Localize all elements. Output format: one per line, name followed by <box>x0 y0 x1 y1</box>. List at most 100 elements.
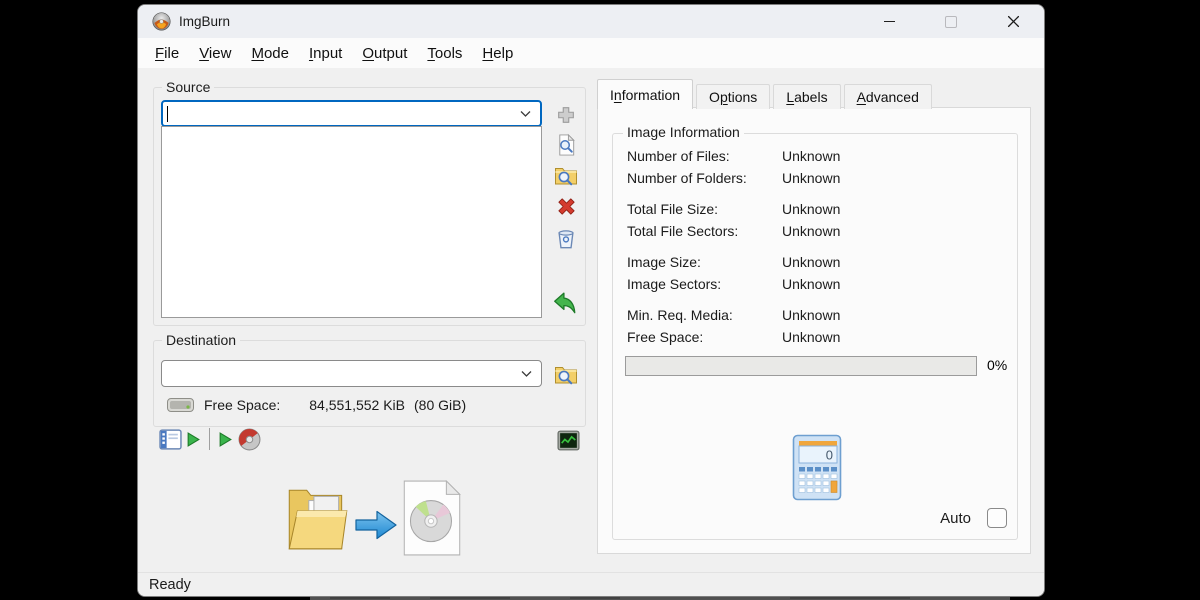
text-caret <box>167 106 168 122</box>
close-icon <box>1007 15 1020 28</box>
info-row-group: Image Size:UnknownImage Sectors:Unknown <box>627 251 1007 295</box>
info-row-group: Number of Files:UnknownNumber of Folders… <box>627 145 1007 189</box>
info-value: Unknown <box>782 329 840 345</box>
calculator-icon: 0 <box>792 434 844 502</box>
info-row: Free Space:Unknown <box>627 326 1007 348</box>
arrow-right-icon <box>354 508 398 542</box>
build-mode-graphic <box>284 478 464 558</box>
image-information-rows: Number of Files:UnknownNumber of Folders… <box>627 145 1007 357</box>
info-value: Unknown <box>782 307 840 323</box>
auto-label: Auto <box>940 510 971 527</box>
source-group-label: Source <box>162 78 214 96</box>
close-button[interactable] <box>982 5 1044 38</box>
maximize-button[interactable] <box>920 5 982 38</box>
program-window-icon <box>159 429 182 450</box>
menu-item-output[interactable]: Output <box>352 41 417 66</box>
browse-folder-icon <box>554 164 578 187</box>
info-row: Total File Size:Unknown <box>627 198 1007 220</box>
calculate-button[interactable]: 0 <box>792 434 844 502</box>
recycle-bin-icon <box>555 227 577 250</box>
menu-item-help[interactable]: Help <box>472 41 523 66</box>
log-window-button[interactable] <box>555 427 581 453</box>
settings-window-button[interactable] <box>159 429 182 450</box>
info-label: Image Sectors: <box>627 276 782 292</box>
imgburn-app-icon <box>152 12 171 31</box>
browse-file-icon <box>555 133 578 157</box>
info-row: Image Sectors:Unknown <box>627 273 1007 295</box>
chevron-down-icon[interactable] <box>521 370 532 377</box>
hard-drive-icon <box>167 398 194 412</box>
log-terminal-icon <box>557 430 580 451</box>
image-information-group: Image Information Number of Files:Unknow… <box>612 133 1018 540</box>
info-row: Min. Req. Media:Unknown <box>627 304 1007 326</box>
destination-browse-button[interactable] <box>553 361 579 387</box>
auto-row: Auto <box>940 508 1007 528</box>
menu-item-view[interactable]: View <box>189 41 241 66</box>
decrypter-disc-button[interactable] <box>238 428 261 451</box>
build-button[interactable] <box>552 291 578 317</box>
folder-icon <box>284 480 350 556</box>
auto-checkbox[interactable] <box>987 508 1007 528</box>
mini-toolbar <box>159 427 261 451</box>
image-information-label: Image Information <box>623 124 744 140</box>
run-decrypter-button[interactable] <box>219 432 232 447</box>
free-space-row: Free Space: 84,551,552 KiB (80 GiB) <box>167 396 466 414</box>
info-row: Total File Sectors:Unknown <box>627 220 1007 242</box>
source-combobox[interactable] <box>161 100 542 127</box>
tabstrip: InformationOptionsLabelsAdvanced <box>597 79 935 109</box>
svg-text:0: 0 <box>826 448 833 463</box>
tab-information[interactable]: Information <box>597 79 693 109</box>
play-icon <box>187 432 200 447</box>
statusbar: Ready <box>138 572 1044 596</box>
free-space-kib: 84,551,552 KiB <box>309 397 405 413</box>
tab-options[interactable]: Options <box>696 84 770 109</box>
info-row-group: Total File Size:UnknownTotal File Sector… <box>627 198 1007 242</box>
tab-labels[interactable]: Labels <box>773 84 840 109</box>
info-value: Unknown <box>782 223 840 239</box>
free-space-gib: (80 GiB) <box>414 397 466 413</box>
info-value: Unknown <box>782 254 840 270</box>
window-title: ImgBurn <box>179 14 230 29</box>
tab-advanced[interactable]: Advanced <box>844 84 932 109</box>
imgburn-window: ImgBurn FileViewModeInputOutputToolsHelp… <box>137 4 1045 597</box>
browse-file-button[interactable] <box>553 132 579 158</box>
menu-item-mode[interactable]: Mode <box>241 41 299 66</box>
maximize-icon <box>945 16 957 28</box>
image-file-disc-icon <box>402 479 462 557</box>
run-settings-button[interactable] <box>187 432 200 447</box>
chevron-down-icon[interactable] <box>520 110 531 117</box>
minimize-button[interactable] <box>858 5 920 38</box>
recycle-bin-button[interactable] <box>553 225 579 251</box>
info-row: Number of Files:Unknown <box>627 145 1007 167</box>
info-label: Number of Folders: <box>627 170 782 186</box>
menu-item-input[interactable]: Input <box>299 41 352 66</box>
titlebar: ImgBurn <box>138 5 1044 38</box>
status-text: Ready <box>149 577 191 593</box>
remove-icon <box>555 195 578 218</box>
menu-item-tools[interactable]: Tools <box>417 41 472 66</box>
browse-folder-button[interactable] <box>553 162 579 188</box>
free-space-label: Free Space: <box>204 397 280 413</box>
decrypter-disc-icon <box>238 428 261 451</box>
build-arrow-icon <box>552 291 578 317</box>
info-row-group: Min. Req. Media:UnknownFree Space:Unknow… <box>627 304 1007 348</box>
progress-bar <box>625 356 977 376</box>
destination-group-label: Destination <box>162 331 240 349</box>
remove-button[interactable] <box>553 193 579 219</box>
menubar: FileViewModeInputOutputToolsHelp <box>138 38 1044 68</box>
destination-combobox[interactable] <box>161 360 542 387</box>
toolbar-separator <box>209 428 210 450</box>
info-label: Free Space: <box>627 329 782 345</box>
add-button[interactable] <box>553 102 579 128</box>
info-value: Unknown <box>782 201 840 217</box>
info-label: Min. Req. Media: <box>627 307 782 323</box>
info-label: Image Size: <box>627 254 782 270</box>
minimize-icon <box>884 21 895 22</box>
menu-item-file[interactable]: File <box>145 41 189 66</box>
info-row: Image Size:Unknown <box>627 251 1007 273</box>
source-file-list[interactable] <box>161 126 542 318</box>
info-value: Unknown <box>782 170 840 186</box>
info-label: Number of Files: <box>627 148 782 164</box>
add-icon <box>555 104 577 126</box>
info-label: Total File Size: <box>627 201 782 217</box>
